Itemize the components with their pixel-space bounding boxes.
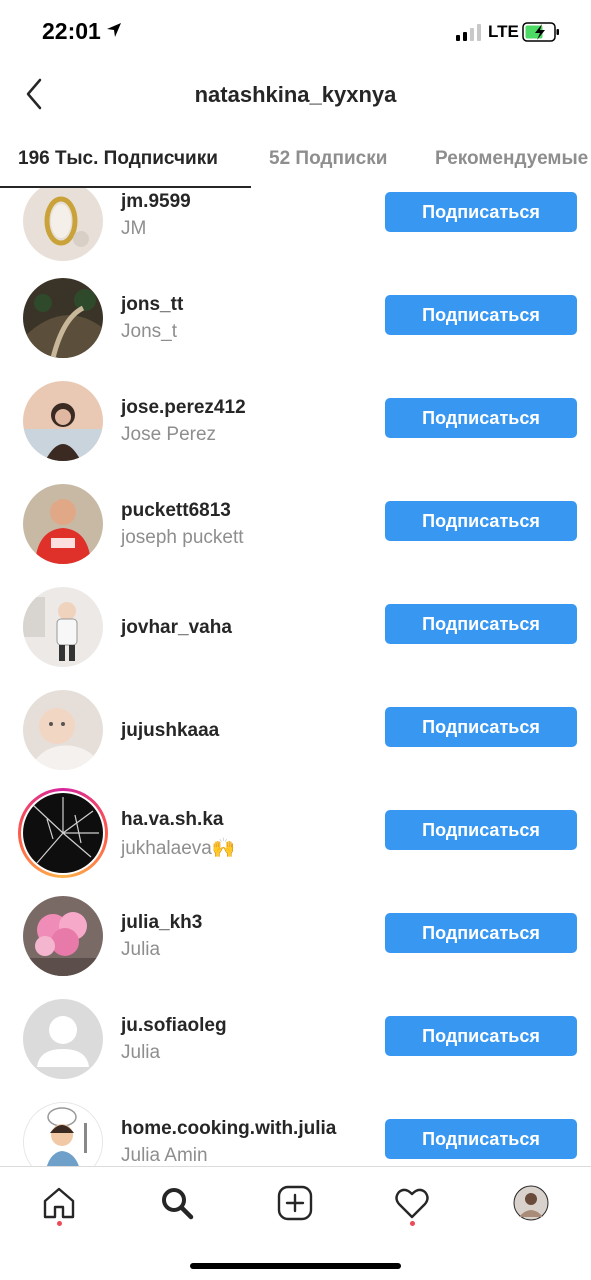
username[interactable]: ha.va.sh.ka bbox=[121, 809, 223, 831]
home-indicator bbox=[190, 1263, 401, 1269]
follow-button[interactable]: Подписаться bbox=[385, 1119, 577, 1159]
tabs-bar: 196 Тыс. Подписчики 52 Подписки Рекоменд… bbox=[0, 130, 591, 188]
avatar[interactable] bbox=[23, 1102, 103, 1166]
follow-button[interactable]: Подписаться bbox=[385, 398, 577, 438]
tab-suggested[interactable]: Рекомендуемые bbox=[435, 148, 588, 170]
nav-home[interactable] bbox=[39, 1183, 79, 1223]
follow-button[interactable]: Подписаться bbox=[385, 707, 577, 747]
list-item[interactable]: jons_tt Jons_t Подписаться bbox=[0, 272, 591, 375]
battery-charging-icon bbox=[522, 22, 559, 42]
signal-strength-icon bbox=[456, 24, 481, 41]
nav-search[interactable] bbox=[157, 1183, 197, 1223]
followers-list[interactable]: jm.9599 JM Подписаться jons_tt Jons_t По… bbox=[0, 188, 591, 1166]
fullname: Jose Perez bbox=[121, 424, 217, 445]
network-type: LTE bbox=[488, 22, 519, 41]
profile-avatar-icon bbox=[513, 1185, 549, 1221]
follow-button[interactable]: Подписаться bbox=[385, 295, 577, 335]
notification-dot bbox=[57, 1221, 62, 1226]
username[interactable]: julia_kh3 bbox=[121, 912, 202, 934]
avatar[interactable] bbox=[23, 690, 103, 770]
avatar[interactable] bbox=[23, 896, 103, 976]
default-avatar[interactable] bbox=[23, 999, 103, 1079]
heart-icon bbox=[395, 1188, 429, 1219]
avatar[interactable] bbox=[23, 188, 103, 261]
list-item[interactable]: home.cooking.with.julia Julia Amin Подпи… bbox=[0, 1096, 591, 1166]
username[interactable]: jons_tt bbox=[121, 294, 183, 316]
home-icon bbox=[43, 1187, 75, 1219]
username[interactable]: ju.sofiaoleg bbox=[121, 1015, 227, 1037]
follow-button[interactable]: Подписаться bbox=[385, 913, 577, 953]
list-item[interactable]: jose.perez412 Jose Perez Подписаться bbox=[0, 375, 591, 478]
fullname: jukhalaeva🙌 bbox=[121, 838, 236, 859]
follow-button[interactable]: Подписаться bbox=[385, 810, 577, 850]
page-title: natashkina_kyxnya bbox=[194, 82, 397, 107]
status-bar: 22:01 LTE bbox=[0, 0, 591, 62]
username[interactable]: jose.perez412 bbox=[121, 397, 246, 419]
follow-button[interactable]: Подписаться bbox=[385, 1016, 577, 1056]
nav-profile[interactable] bbox=[511, 1183, 551, 1223]
fullname: Jons_t bbox=[121, 321, 177, 342]
nav-activity[interactable] bbox=[392, 1183, 432, 1223]
list-item[interactable]: jujushkaaa Подписаться bbox=[0, 684, 591, 787]
header: natashkina_kyxnya bbox=[0, 62, 591, 130]
username[interactable]: jujushkaaa bbox=[121, 720, 219, 742]
add-post-icon bbox=[277, 1185, 313, 1221]
list-item[interactable]: puckett6813 joseph puckett Подписаться bbox=[0, 478, 591, 581]
fullname: joseph puckett bbox=[121, 527, 244, 548]
avatar[interactable] bbox=[23, 587, 103, 667]
list-item[interactable]: ju.sofiaoleg Julia Подписаться bbox=[0, 993, 591, 1096]
username[interactable]: jm.9599 bbox=[121, 191, 191, 213]
follow-button[interactable]: Подписаться bbox=[385, 604, 577, 644]
tab-followers[interactable]: 196 Тыс. Подписчики bbox=[18, 148, 218, 170]
tab-following[interactable]: 52 Подписки bbox=[269, 148, 387, 170]
bottom-nav bbox=[0, 1166, 591, 1280]
username[interactable]: jovhar_vaha bbox=[121, 617, 232, 639]
fullname: Julia Amin bbox=[121, 1145, 208, 1166]
avatar[interactable] bbox=[23, 381, 103, 461]
username[interactable]: home.cooking.with.julia bbox=[121, 1118, 336, 1140]
avatar[interactable] bbox=[23, 793, 103, 873]
list-item[interactable]: ha.va.sh.ka jukhalaeva🙌 Подписаться bbox=[0, 787, 591, 890]
username[interactable]: puckett6813 bbox=[121, 500, 231, 522]
fullname: Julia bbox=[121, 939, 161, 960]
avatar[interactable] bbox=[23, 484, 103, 564]
list-item[interactable]: jovhar_vaha Подписаться bbox=[0, 581, 591, 684]
location-arrow-icon bbox=[107, 23, 121, 37]
search-icon bbox=[162, 1188, 194, 1220]
list-item[interactable]: julia_kh3 Julia Подписаться bbox=[0, 890, 591, 993]
list-item[interactable]: jm.9599 JM Подписаться bbox=[0, 188, 591, 272]
status-time: 22:01 bbox=[42, 18, 101, 44]
follow-button[interactable]: Подписаться bbox=[385, 501, 577, 541]
notification-dot bbox=[410, 1221, 415, 1226]
nav-add-post[interactable] bbox=[275, 1183, 315, 1223]
avatar[interactable] bbox=[23, 278, 103, 358]
fullname: Julia bbox=[121, 1042, 161, 1063]
fullname: JM bbox=[121, 218, 147, 239]
follow-button[interactable]: Подписаться bbox=[385, 192, 577, 232]
